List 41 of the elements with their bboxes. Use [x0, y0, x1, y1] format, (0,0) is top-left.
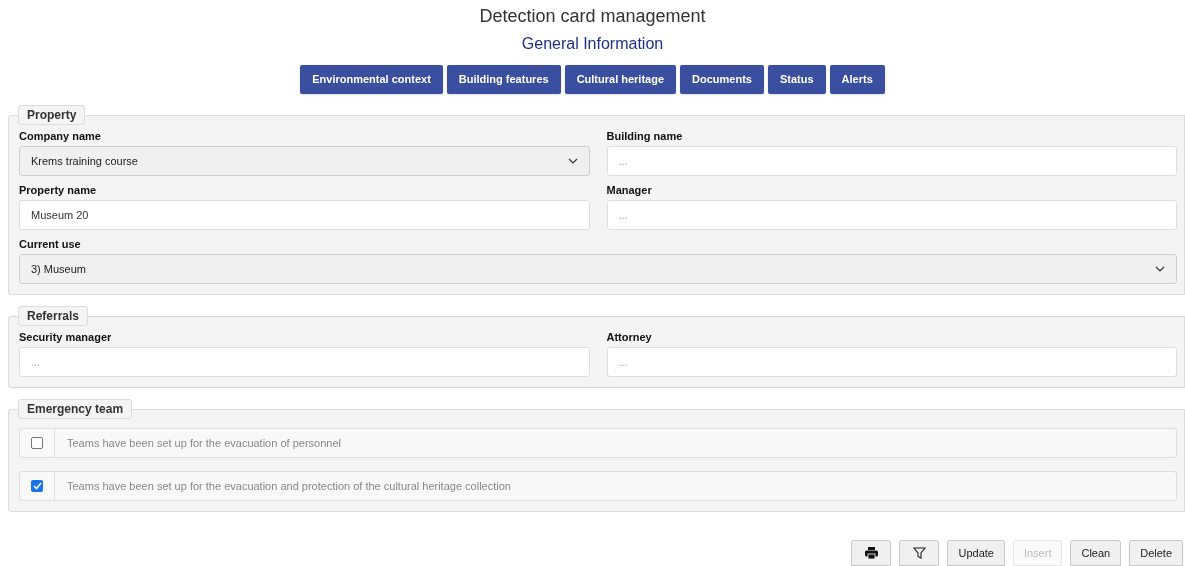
section-legend: Referrals [18, 306, 89, 326]
checkbox-label: Teams have been set up for the evacuation of personnel [67, 435, 341, 451]
input-field[interactable]: ... [19, 347, 590, 377]
select-field[interactable]: Krems training course [19, 146, 590, 176]
input-field[interactable]: Museum 20 [19, 200, 590, 230]
print-button[interactable] [851, 540, 892, 566]
field-label: Company name [19, 129, 101, 143]
field-label: Manager [606, 183, 652, 197]
checkmark-icon [32, 482, 42, 490]
nav-button[interactable]: Alerts [829, 65, 885, 94]
input-field[interactable]: ... [606, 146, 1177, 176]
field-label: Building name [606, 129, 683, 143]
input-field[interactable]: ... [606, 347, 1177, 377]
action-button[interactable]: Update [947, 540, 1005, 566]
nav-button[interactable]: Status [767, 65, 826, 94]
page-title: Detection card management [479, 5, 706, 27]
field-label: Current use [19, 237, 81, 251]
section-legend: Emergency team [18, 399, 133, 419]
section-legend: Property [18, 105, 86, 125]
checkbox-row[interactable]: Teams have been set up for the evacuation and protection of the cultural heritage collection [19, 471, 1177, 501]
action-button[interactable]: Clean [1070, 540, 1122, 566]
chevron-down-icon [1155, 266, 1165, 272]
nav-button[interactable]: Documents [680, 65, 764, 94]
nav-button[interactable]: Building features [446, 65, 561, 94]
field-label: Property name [19, 183, 97, 197]
field-label: Security manager [19, 330, 112, 344]
chevron-down-icon [567, 158, 578, 164]
nav-button[interactable]: Environmental context [300, 65, 443, 94]
checkbox-label: Teams have been set up for the evacuation and protection of the cultural heritage collection [67, 478, 511, 494]
action-button[interactable]: Delete [1129, 540, 1183, 566]
checkbox[interactable] [31, 480, 43, 492]
input-field[interactable]: ... [606, 200, 1177, 230]
filter-button[interactable] [899, 540, 940, 566]
select-field[interactable]: 3) Museum [19, 254, 1177, 284]
nav-button[interactable]: Cultural heritage [564, 65, 677, 94]
printer-icon [864, 547, 878, 559]
page-subtitle: General Information [521, 34, 664, 54]
filter-icon [912, 547, 926, 559]
checkbox-row[interactable]: Teams have been set up for the evacuation of personnel [19, 428, 1177, 458]
checkbox[interactable] [31, 437, 43, 449]
field-label: Attorney [606, 330, 652, 344]
